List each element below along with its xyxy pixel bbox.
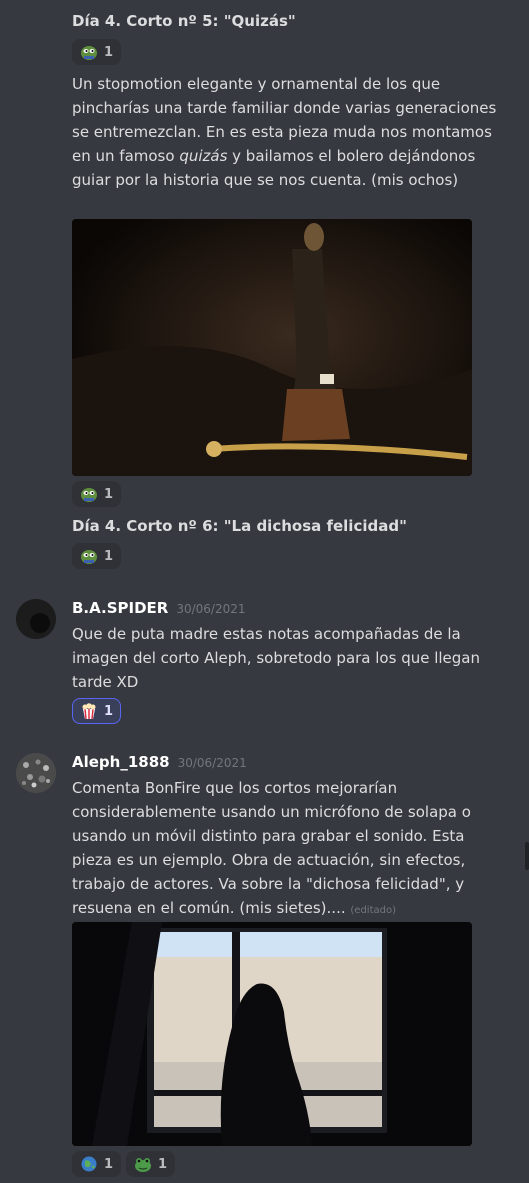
body-text-part: Comenta BonFire que los cortos mejoraría… [72, 779, 471, 917]
reaction-frog[interactable]: 1 [126, 1151, 176, 1177]
reaction-pepe[interactable]: 1 [72, 39, 122, 65]
reaction-pepe[interactable]: 1 [72, 481, 122, 507]
reaction-count: 1 [104, 548, 114, 564]
message-title: Día 4. Corto nº 6: "La dichosa felicidad… [72, 517, 407, 535]
reaction-globe[interactable]: 1 [72, 1151, 122, 1177]
username[interactable]: Aleph_1888 [72, 753, 170, 771]
film-still-image[interactable] [72, 219, 472, 476]
reaction-count: 1 [104, 1156, 114, 1172]
message-header: B.A.SPIDER 30/06/2021 [72, 599, 246, 617]
film-still-image[interactable] [72, 922, 472, 1146]
reaction-count: 1 [104, 703, 114, 719]
body-emphasis: quizás [179, 147, 228, 165]
reaction-popcorn[interactable]: 1 [72, 698, 122, 724]
globe-emoji-icon [80, 1155, 98, 1173]
scrollbar-thumb[interactable] [525, 842, 529, 870]
timestamp: 30/06/2021 [177, 756, 247, 770]
reaction-count: 1 [104, 486, 114, 502]
pepe-emoji-icon [80, 43, 98, 61]
reaction-count: 1 [158, 1156, 168, 1172]
edited-label: (editado) [350, 905, 397, 916]
avatar[interactable] [16, 753, 56, 793]
pepe-emoji-icon [80, 547, 98, 565]
avatar[interactable] [16, 599, 56, 639]
message-title: Día 4. Corto nº 5: "Quizás" [72, 12, 296, 30]
reaction-count: 1 [104, 44, 114, 60]
message-body: Que de puta madre estas notas acompañada… [72, 625, 481, 691]
popcorn-emoji-icon [80, 702, 98, 720]
pepe-emoji-icon [80, 485, 98, 503]
username[interactable]: B.A.SPIDER [72, 599, 168, 617]
message-body: Comenta BonFire que los cortos mejoraría… [72, 776, 502, 923]
reaction-pepe[interactable]: 1 [72, 543, 122, 569]
frog-emoji-icon [134, 1155, 152, 1173]
message-header: Aleph_1888 30/06/2021 [72, 753, 247, 771]
timestamp: 30/06/2021 [176, 602, 246, 616]
message-body: Un stopmotion elegante y ornamental de l… [72, 72, 502, 192]
